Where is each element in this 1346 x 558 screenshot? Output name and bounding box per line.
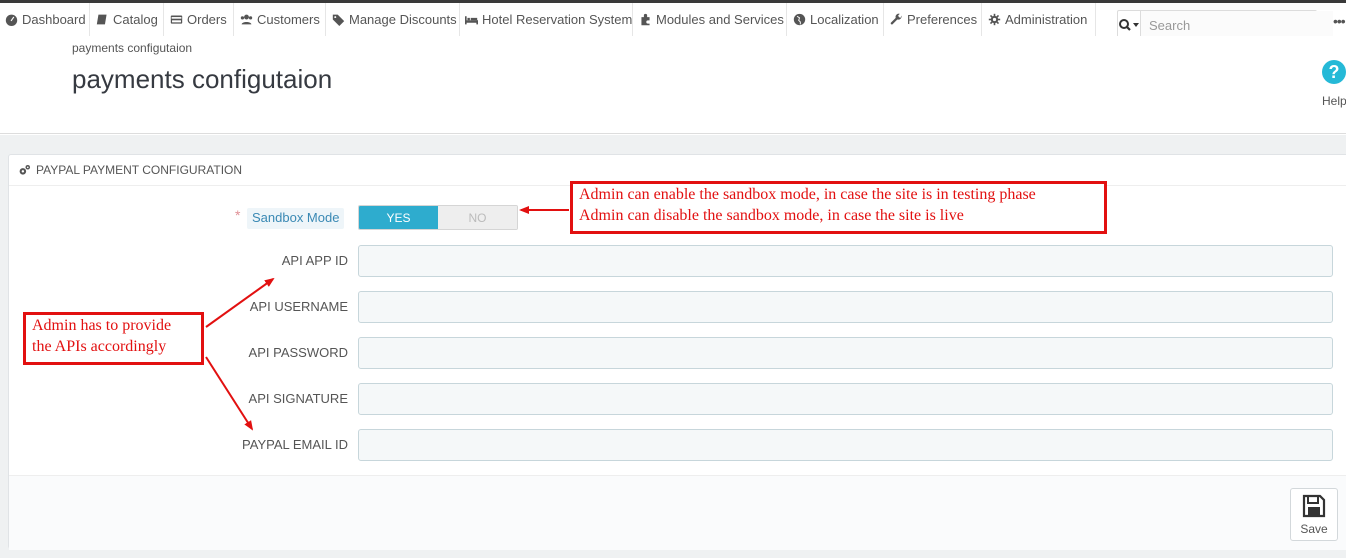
api-signature-label: API SIGNATURE [248, 391, 348, 406]
panel-footer: Save [9, 475, 1346, 550]
nav-label: Catalog [113, 12, 158, 27]
globe-icon [792, 13, 806, 27]
api-username-label: API USERNAME [249, 299, 348, 314]
nav-administration[interactable]: Administration [983, 3, 1096, 36]
api-note-line: the APIs accordingly [32, 338, 167, 355]
breadcrumb: payments configutaion [72, 41, 193, 55]
paypal-email-label: PAYPAL EMAIL ID [242, 437, 348, 452]
nav-preferences[interactable]: Preferences [885, 3, 982, 36]
nav-label: Administration [1005, 12, 1088, 27]
book-icon [95, 13, 109, 27]
api-annotation: Admin has to provide the APIs accordingl… [23, 312, 204, 365]
api-signature-input[interactable] [358, 383, 1333, 415]
more-menu-icon[interactable]: ••• [1333, 13, 1346, 29]
bed-icon [465, 13, 478, 27]
nav-localization[interactable]: Localization [788, 3, 884, 36]
sandbox-mode-switch: YES NO [358, 205, 518, 230]
top-navigation: Dashboard Catalog Orders Customers Manag… [0, 3, 1346, 40]
nav-label: Preferences [907, 12, 978, 27]
page-title: payments configutaion [72, 64, 333, 94]
nav-modules[interactable]: Modules and Services [634, 3, 787, 36]
form-row-api-app-id: API APP ID [9, 245, 1346, 277]
dashboard-icon [4, 13, 18, 27]
help-button[interactable]: ? Help [1322, 60, 1346, 108]
nav-label: Customers [257, 12, 320, 27]
save-icon [1302, 494, 1326, 518]
cogs-icon [19, 164, 31, 175]
sandbox-mode-label: Sandbox Mode [247, 208, 345, 229]
help-icon: ? [1322, 60, 1346, 84]
api-username-input[interactable] [358, 291, 1333, 323]
form-row-api-signature: API SIGNATURE [9, 383, 1346, 415]
nav-label: Localization [810, 12, 879, 27]
form-row-api-password: API PASSWORD [9, 337, 1346, 369]
api-password-input[interactable] [358, 337, 1333, 369]
nav-customers[interactable]: Customers [235, 3, 326, 36]
search-input[interactable] [1141, 11, 1333, 39]
help-label: Help [1322, 94, 1346, 108]
nav-label: Dashboard [22, 12, 86, 27]
nav-label: Modules and Services [656, 12, 784, 27]
nav-catalog[interactable]: Catalog [91, 3, 164, 36]
api-note-line: Admin has to provide [32, 317, 172, 334]
form-row-paypal-email: PAYPAL EMAIL ID [9, 429, 1346, 461]
search-button[interactable] [1118, 11, 1141, 39]
nav-manage-discounts[interactable]: Manage Discounts [327, 3, 460, 36]
nav-orders[interactable]: Orders [165, 3, 234, 36]
panel-title: PAYPAL PAYMENT CONFIGURATION [36, 163, 243, 177]
save-button[interactable]: Save [1290, 488, 1338, 541]
sandbox-no-option[interactable]: NO [438, 206, 517, 229]
sandbox-note-line: Admin can disable the sandbox mode, in c… [579, 207, 964, 224]
nav-dashboard[interactable]: Dashboard [0, 3, 90, 36]
required-mark: * [235, 207, 241, 223]
api-password-label: API PASSWORD [248, 345, 348, 360]
nav-label: Orders [187, 12, 227, 27]
nav-label: Hotel Reservation System [482, 12, 633, 27]
page-header: payments configutaion payments configuta… [0, 36, 1346, 134]
nav-label: Manage Discounts [349, 12, 457, 27]
search-icon [1119, 19, 1139, 31]
paypal-email-input[interactable] [358, 429, 1333, 461]
api-app-id-label: API APP ID [281, 253, 348, 268]
credit-card-icon [169, 13, 183, 27]
wrench-icon [889, 13, 903, 27]
nav-hotel-reservation[interactable]: Hotel Reservation System [461, 3, 633, 36]
sandbox-annotation: Admin can enable the sandbox mode, in ca… [570, 181, 1107, 234]
api-app-id-input[interactable] [358, 245, 1333, 277]
form-row-api-username: API USERNAME [9, 291, 1346, 323]
save-label: Save [1300, 522, 1328, 536]
gear-icon [987, 13, 1001, 27]
sandbox-note-line: Admin can enable the sandbox mode, in ca… [579, 186, 1036, 203]
puzzle-icon [638, 13, 652, 27]
tags-icon [331, 13, 345, 27]
users-icon [239, 13, 253, 27]
sandbox-yes-option[interactable]: YES [359, 206, 438, 229]
